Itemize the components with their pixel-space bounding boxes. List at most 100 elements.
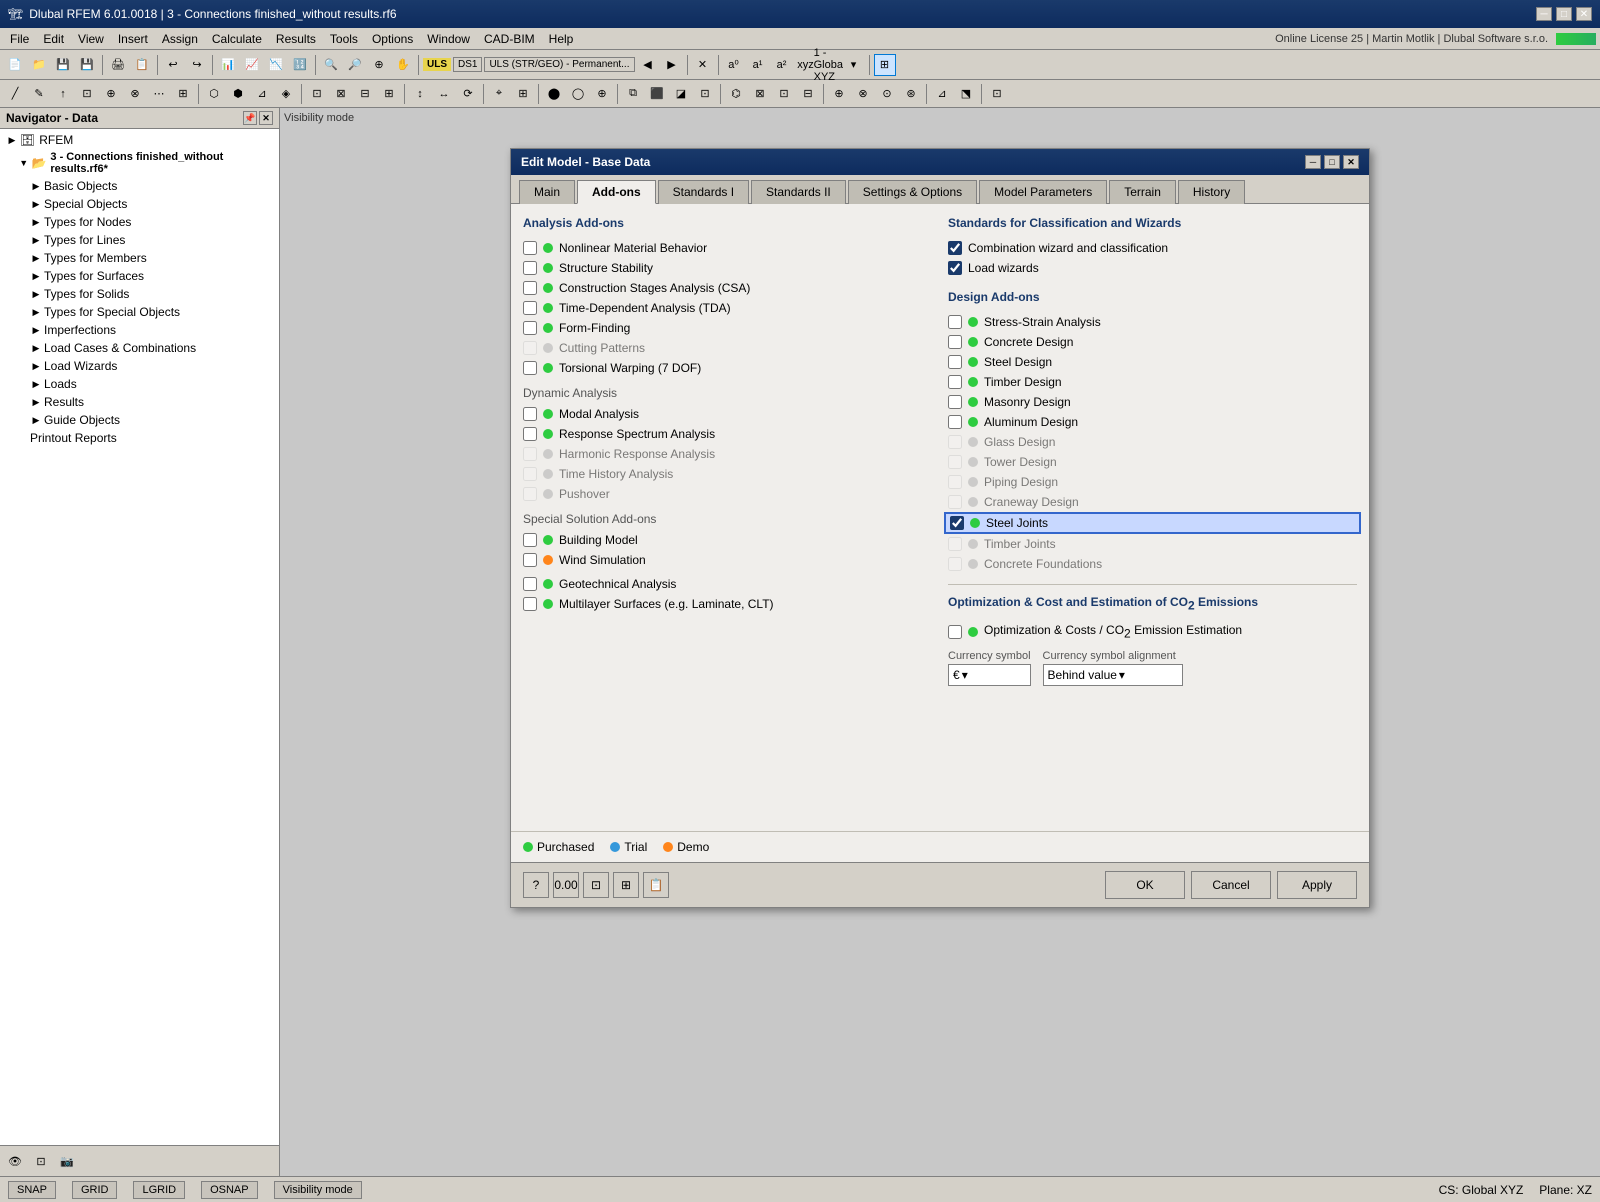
tb2-29[interactable]: ⌬ xyxy=(725,83,747,105)
nav-cam-button[interactable]: 📷 xyxy=(56,1150,78,1172)
expand-special[interactable]: ▶ xyxy=(30,198,42,210)
tb2-26[interactable]: ⬛ xyxy=(646,83,668,105)
nonlinear-material-label[interactable]: Nonlinear Material Behavior xyxy=(559,241,707,255)
tb-pan[interactable]: ✋ xyxy=(392,54,414,76)
menu-options[interactable]: Options xyxy=(366,30,419,48)
cancel-button[interactable]: Cancel xyxy=(1191,871,1271,899)
tb2-5[interactable]: ⊕ xyxy=(100,83,122,105)
building-model-checkbox[interactable] xyxy=(523,533,537,547)
tb2-17[interactable]: ↕ xyxy=(409,83,431,105)
wind-sim-checkbox[interactable] xyxy=(523,553,537,567)
tb-search[interactable]: 🔍 xyxy=(320,54,342,76)
concrete-design-label[interactable]: Concrete Design xyxy=(984,335,1073,349)
tb2-14[interactable]: ⊠ xyxy=(330,83,352,105)
dialog-view-button[interactable]: ⊡ xyxy=(583,872,609,898)
nav-item-results[interactable]: ▶ Results xyxy=(2,393,277,411)
nav-item-basic-objects[interactable]: ▶ Basic Objects xyxy=(2,177,277,195)
form-finding-checkbox[interactable] xyxy=(523,321,537,335)
expand-rfem[interactable]: ▶ xyxy=(6,134,18,146)
expand-types-surfaces[interactable]: ▶ xyxy=(30,270,42,282)
tb-calc3[interactable]: 📉 xyxy=(265,54,287,76)
tb-save2[interactable]: 💾 xyxy=(76,54,98,76)
tb-open[interactable]: 📁 xyxy=(28,54,50,76)
tb2-21[interactable]: ⊞ xyxy=(512,83,534,105)
menu-file[interactable]: File xyxy=(4,30,35,48)
tab-standards2[interactable]: Standards II xyxy=(751,180,846,204)
tb2-3[interactable]: ↑ xyxy=(52,83,74,105)
nav-item-types-nodes[interactable]: ▶ Types for Nodes xyxy=(2,213,277,231)
expand-types-solids[interactable]: ▶ xyxy=(30,288,42,300)
tb2-23[interactable]: ◯ xyxy=(567,83,589,105)
navigator-header-btns[interactable]: 📌 ✕ xyxy=(243,111,273,125)
status-lgrid[interactable]: LGRID xyxy=(133,1181,185,1199)
steel-design-label[interactable]: Steel Design xyxy=(984,355,1052,369)
tb2-34[interactable]: ⊗ xyxy=(852,83,874,105)
expand-guide[interactable]: ▶ xyxy=(30,414,42,426)
geotechnical-checkbox[interactable] xyxy=(523,577,537,591)
dialog-minimize-button[interactable]: ─ xyxy=(1305,155,1321,169)
tb2-39[interactable]: ⊡ xyxy=(986,83,1008,105)
menu-results[interactable]: Results xyxy=(270,30,322,48)
tb2-27[interactable]: ◪ xyxy=(670,83,692,105)
tb2-30[interactable]: ⊠ xyxy=(749,83,771,105)
tab-model-params[interactable]: Model Parameters xyxy=(979,180,1107,204)
tb2-20[interactable]: ⌖ xyxy=(488,83,510,105)
tb-grid[interactable]: ⊞ xyxy=(874,54,896,76)
combo-wizard-label[interactable]: Combination wizard and classification xyxy=(968,241,1168,255)
csa-label[interactable]: Construction Stages Analysis (CSA) xyxy=(559,281,750,295)
tab-main[interactable]: Main xyxy=(519,180,575,204)
status-osnap[interactable]: OSNAP xyxy=(201,1181,258,1199)
wind-sim-label[interactable]: Wind Simulation xyxy=(559,553,646,567)
tb-save[interactable]: 💾 xyxy=(52,54,74,76)
status-grid[interactable]: GRID xyxy=(72,1181,118,1199)
menu-calculate[interactable]: Calculate xyxy=(206,30,268,48)
tb2-38[interactable]: ⬔ xyxy=(955,83,977,105)
torsional-warping-checkbox[interactable] xyxy=(523,361,537,375)
multilayer-checkbox[interactable] xyxy=(523,597,537,611)
tb2-10[interactable]: ⬢ xyxy=(227,83,249,105)
navigator-pin-button[interactable]: 📌 xyxy=(243,111,257,125)
apply-button[interactable]: Apply xyxy=(1277,871,1357,899)
tb2-1[interactable]: ╱ xyxy=(4,83,26,105)
expand-types-nodes[interactable]: ▶ xyxy=(30,216,42,228)
tab-history[interactable]: History xyxy=(1178,180,1245,204)
menu-view[interactable]: View xyxy=(72,30,110,48)
geotechnical-label[interactable]: Geotechnical Analysis xyxy=(559,577,676,591)
tb-delete[interactable]: ✕ xyxy=(692,54,714,76)
tda-label[interactable]: Time-Dependent Analysis (TDA) xyxy=(559,301,731,315)
tb-cursor[interactable]: ⊕ xyxy=(368,54,390,76)
tb-zoom[interactable]: 🔎 xyxy=(344,54,366,76)
nav-item-types-special[interactable]: ▶ Types for Special Objects xyxy=(2,303,277,321)
tb-calc4[interactable]: 🔢 xyxy=(289,54,311,76)
tb2-7[interactable]: ⋯ xyxy=(148,83,170,105)
tb-down[interactable]: ▾ xyxy=(843,54,865,76)
tb-new[interactable]: 📄 xyxy=(4,54,26,76)
nav-item-special-objects[interactable]: ▶ Special Objects xyxy=(2,195,277,213)
multilayer-label[interactable]: Multilayer Surfaces (e.g. Laminate, CLT) xyxy=(559,597,774,611)
close-button[interactable]: ✕ xyxy=(1576,7,1592,21)
expand-basic[interactable]: ▶ xyxy=(30,180,42,192)
tb-calc2[interactable]: 📈 xyxy=(241,54,263,76)
stress-strain-checkbox[interactable] xyxy=(948,315,962,329)
expand-imperfections[interactable]: ▶ xyxy=(30,324,42,336)
tb2-36[interactable]: ⊛ xyxy=(900,83,922,105)
minimize-button[interactable]: ─ xyxy=(1536,7,1552,21)
tab-standards1[interactable]: Standards I xyxy=(658,180,749,204)
building-model-label[interactable]: Building Model xyxy=(559,533,638,547)
response-spectrum-checkbox[interactable] xyxy=(523,427,537,441)
menu-cadbim[interactable]: CAD-BIM xyxy=(478,30,541,48)
nav-item-types-surfaces[interactable]: ▶ Types for Surfaces xyxy=(2,267,277,285)
tda-checkbox[interactable] xyxy=(523,301,537,315)
dialog-help-button[interactable]: ? xyxy=(523,872,549,898)
navigator-close-button[interactable]: ✕ xyxy=(259,111,273,125)
tb2-2[interactable]: ✎ xyxy=(28,83,50,105)
tb2-18[interactable]: ↔ xyxy=(433,83,455,105)
dialog-copy-button[interactable]: 📋 xyxy=(643,872,669,898)
tb-next[interactable]: ▶ xyxy=(661,54,683,76)
timber-design-checkbox[interactable] xyxy=(948,375,962,389)
aluminum-design-checkbox[interactable] xyxy=(948,415,962,429)
modal-label[interactable]: Modal Analysis xyxy=(559,407,639,421)
form-finding-label[interactable]: Form-Finding xyxy=(559,321,630,335)
load-wizards-checkbox[interactable] xyxy=(948,261,962,275)
expand-project[interactable]: ▼ xyxy=(18,157,29,169)
